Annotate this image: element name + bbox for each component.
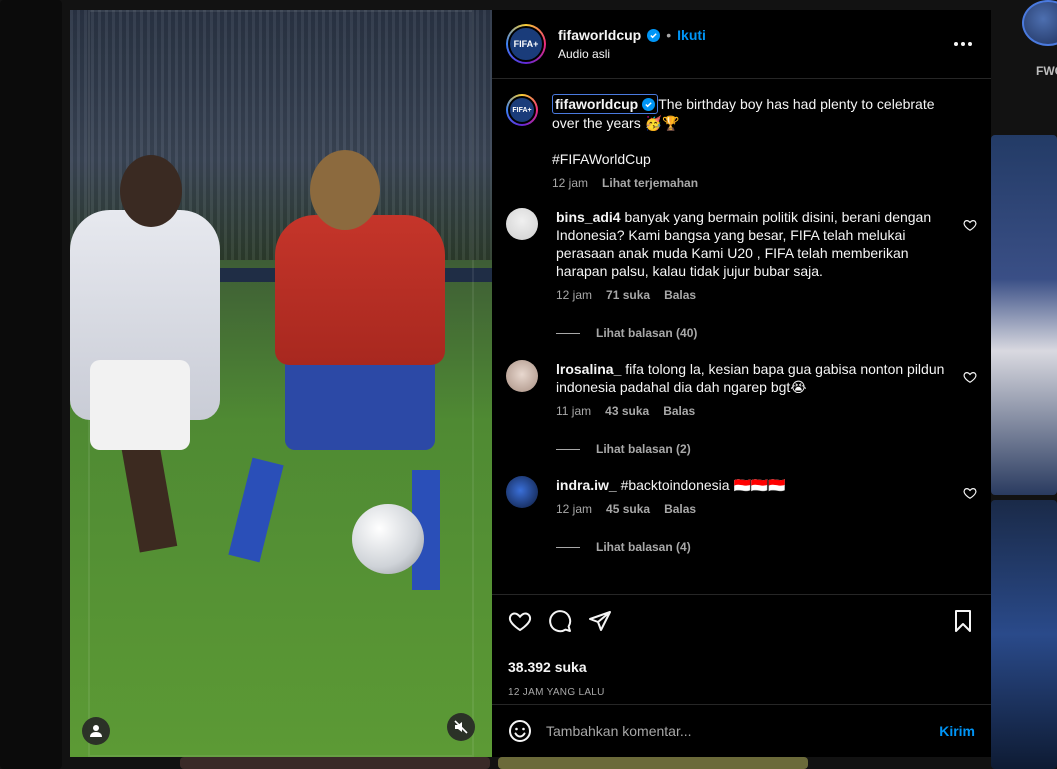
- commenter-avatar[interactable]: [506, 360, 538, 392]
- post-actions: 38.392 suka 12 JAM YANG LALU: [492, 594, 991, 704]
- author-avatar[interactable]: FIFA+: [506, 94, 538, 126]
- translate-button[interactable]: Lihat terjemahan: [602, 174, 698, 192]
- view-replies-button[interactable]: Lihat balasan (4): [556, 540, 977, 554]
- story-label: FWC: [1036, 64, 1057, 78]
- author-username[interactable]: fifaworldcup: [558, 27, 641, 43]
- more-options-icon[interactable]: [953, 34, 973, 54]
- player-white-shorts: [90, 360, 190, 450]
- commenter-avatar[interactable]: [506, 476, 538, 508]
- user-icon: [90, 725, 102, 737]
- post-modal: FIFA+ fifaworldcup • Ikuti Audio asli FI…: [70, 10, 991, 757]
- player-blue-shorts: [285, 350, 435, 450]
- bookmark-icon: [955, 610, 971, 632]
- like-heart-icon[interactable]: [508, 609, 532, 633]
- commenter-avatar[interactable]: [506, 208, 538, 240]
- football: [352, 504, 424, 574]
- player-red-shirt: [275, 215, 445, 365]
- feed-tile[interactable]: [180, 757, 490, 769]
- follow-button[interactable]: Ikuti: [677, 27, 706, 43]
- like-comment-heart-icon[interactable]: [963, 218, 977, 232]
- comment-likes[interactable]: 43 suka: [605, 402, 649, 420]
- comment-username[interactable]: indra.iw_: [556, 477, 617, 493]
- tagged-user-button[interactable]: [82, 717, 110, 745]
- fifa-logo: FIFA+: [508, 96, 536, 124]
- send-comment-button[interactable]: Kirim: [939, 723, 975, 739]
- comment-item: indra.iw_ #backtoindonesia 🇮🇩🇮🇩🇮🇩 12 jam…: [506, 476, 977, 518]
- fifa-logo: FIFA+: [508, 26, 544, 62]
- comment-time: 11 jam: [556, 404, 592, 418]
- player-head: [120, 155, 182, 227]
- comments-list[interactable]: FIFA+ fifaworldcup The birthday boy has h…: [492, 80, 991, 592]
- comment-username[interactable]: lrosalina_: [556, 361, 621, 377]
- post-header: FIFA+ fifaworldcup • Ikuti Audio asli: [492, 10, 991, 79]
- caption-username[interactable]: fifaworldcup: [552, 94, 659, 114]
- caption-hashtag[interactable]: #FIFAWorldCup: [552, 150, 947, 168]
- reply-button[interactable]: Balas: [664, 500, 696, 518]
- comment-likes[interactable]: 45 suka: [606, 500, 650, 518]
- post-timestamp: 12 JAM YANG LALU: [508, 687, 605, 698]
- mute-button[interactable]: [447, 713, 475, 741]
- comment-time: 12 jam: [556, 502, 593, 516]
- comment-bubble-icon[interactable]: [548, 609, 572, 633]
- verified-badge-icon: [647, 28, 661, 42]
- caption-row: FIFA+ fifaworldcup The birthday boy has h…: [506, 94, 977, 192]
- caption-time: 12 jam: [552, 176, 589, 190]
- feed-tile[interactable]: [498, 757, 808, 769]
- author-avatar[interactable]: FIFA+: [506, 24, 546, 64]
- reply-button[interactable]: Balas: [664, 286, 696, 304]
- share-send-icon[interactable]: [588, 609, 612, 633]
- comment-input[interactable]: [546, 723, 940, 739]
- view-replies-button[interactable]: Lihat balasan (40): [556, 326, 977, 340]
- comment-likes[interactable]: 71 suka: [606, 286, 650, 304]
- comment-item: bins_adi4 banyak yang bermain politik di…: [506, 208, 977, 304]
- comment-item: lrosalina_ fifa tolong la, kesian bapa g…: [506, 360, 977, 420]
- story-avatar[interactable]: [1022, 0, 1057, 46]
- comment-time: 12 jam: [556, 288, 593, 302]
- save-button[interactable]: [951, 609, 975, 638]
- feed-tile[interactable]: [991, 135, 1057, 495]
- like-comment-heart-icon[interactable]: [963, 370, 977, 384]
- emoji-icon[interactable]: [508, 719, 532, 743]
- verified-badge-icon: [642, 97, 656, 111]
- feed-tile[interactable]: [0, 0, 62, 769]
- comment-text: #backtoindonesia 🇮🇩🇮🇩🇮🇩: [620, 477, 786, 493]
- player-head: [310, 150, 380, 230]
- like-count[interactable]: 38.392 suka: [508, 659, 587, 675]
- feed-tile[interactable]: [991, 500, 1057, 769]
- reel-video[interactable]: [70, 10, 492, 757]
- post-panel: FIFA+ fifaworldcup • Ikuti Audio asli FI…: [492, 10, 991, 757]
- muted-speaker-icon: [454, 720, 468, 734]
- view-replies-button[interactable]: Lihat balasan (2): [556, 442, 977, 456]
- comment-username[interactable]: bins_adi4: [556, 209, 621, 225]
- audio-label[interactable]: Audio asli: [558, 47, 706, 61]
- separator-dot: •: [666, 27, 672, 43]
- like-comment-heart-icon[interactable]: [963, 486, 977, 500]
- comment-composer: Kirim: [492, 704, 991, 757]
- reply-button[interactable]: Balas: [663, 402, 695, 420]
